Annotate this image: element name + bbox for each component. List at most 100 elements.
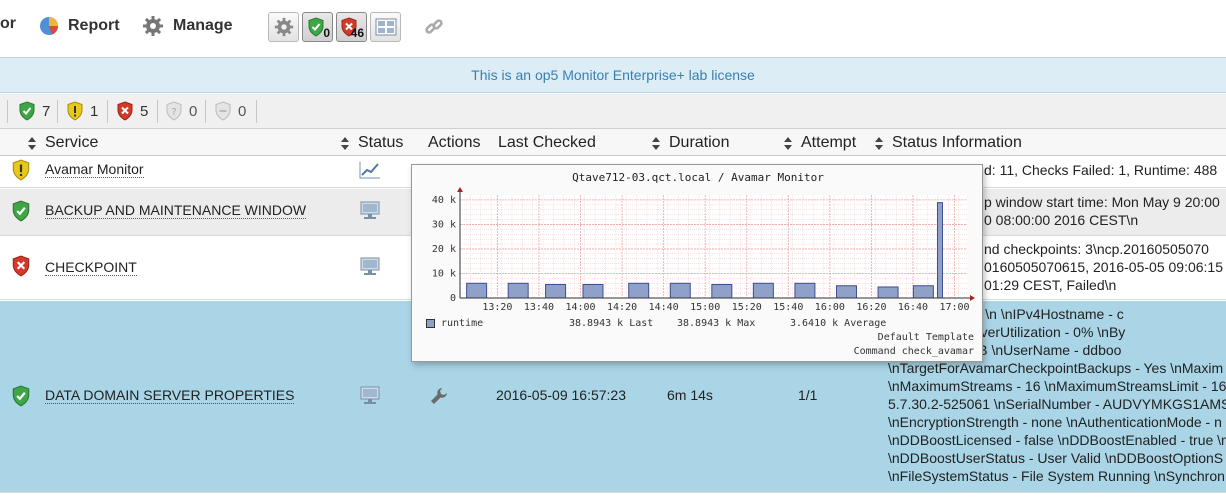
gear-icon <box>142 15 164 37</box>
x-tick-label: 15:00 <box>690 302 720 313</box>
nav-monitor-partial[interactable]: or <box>0 15 16 33</box>
x-tick-label: 14:20 <box>607 302 637 313</box>
column-status[interactable]: Status <box>341 134 403 152</box>
legend-swatch <box>426 319 435 328</box>
check-command: Command check_avamar <box>853 346 974 357</box>
y-tick-label: 30 k <box>432 219 456 230</box>
service-name-link[interactable]: CHECKPOINT <box>45 260 137 276</box>
status-information: \nDDBoostLicensed - false \nDDBoostEnabl… <box>888 432 1226 448</box>
settings-button[interactable] <box>268 12 299 42</box>
x-tick-label: 17:00 <box>939 302 969 313</box>
sort-icon <box>28 136 37 150</box>
summary-unknown-count: 0 <box>189 102 198 120</box>
services-table-header: Service Status Actions Last Checked Dura… <box>0 129 1226 156</box>
shield-ok-icon <box>12 200 30 222</box>
layout-button[interactable] <box>370 12 401 42</box>
summary-critical-count: 5 <box>140 102 149 120</box>
monitor-icon[interactable] <box>359 386 381 406</box>
status-information: 0160505070615, 2016-05-05 09:06:15 <box>984 259 1223 275</box>
x-tick-label: 13:40 <box>524 302 554 313</box>
column-status-label: Status <box>358 134 404 151</box>
ok-count: 0 <box>323 26 330 40</box>
column-service[interactable]: Service <box>28 134 98 152</box>
runtime-bar <box>669 282 691 299</box>
runtime-bar <box>545 284 567 299</box>
nav-report-label: Report <box>68 17 120 34</box>
status-summary-bar: 7 1 5 ? 0 0 <box>0 94 1226 129</box>
runtime-bar <box>507 282 529 299</box>
shield-ok-icon <box>308 17 324 37</box>
status-information: \nEncryptionStrength - none \nAuthentica… <box>888 414 1222 430</box>
top-navigation: or Report Manage 0 46 <box>0 0 1226 56</box>
column-status-information[interactable]: Status Information <box>875 134 1022 152</box>
svg-text:?: ? <box>171 107 176 118</box>
runtime-bar <box>628 282 650 299</box>
sort-icon <box>875 136 884 150</box>
status-information: 0 08:00:00 2016 CEST\n <box>984 212 1139 228</box>
status-information: 01:29 CEST, Failed\n <box>984 277 1117 293</box>
shield-ok-icon <box>12 385 30 407</box>
x-tick-label: 16:00 <box>815 302 845 313</box>
runtime-bar <box>936 202 943 299</box>
shield-warning-icon <box>67 101 83 121</box>
summary-warning-count: 1 <box>90 102 99 120</box>
summary-separator <box>57 100 58 123</box>
column-service-label: Service <box>45 134 99 151</box>
column-attempt[interactable]: Attempt <box>784 134 856 152</box>
x-tick-label: 16:20 <box>856 302 886 313</box>
summary-separator <box>157 100 158 123</box>
critical-filter-button[interactable]: 46 <box>336 12 367 42</box>
shield-warning-icon <box>12 159 30 181</box>
status-information: p window start time: Mon May 9 20:00 <box>984 194 1220 210</box>
runtime-bar <box>912 285 934 299</box>
attempt: 1/1 <box>798 387 818 403</box>
status-information: d: 11, Checks Failed: 1, Runtime: 488 <box>984 162 1218 178</box>
summary-separator <box>7 100 8 123</box>
column-actions: Actions <box>428 134 480 152</box>
summary-separator <box>205 100 206 123</box>
monitor-icon[interactable] <box>359 257 381 277</box>
x-axis-arrow <box>970 295 975 301</box>
monitor-page: or Report Manage 0 46 This is an op5 Mon… <box>0 0 1226 498</box>
column-actions-label: Actions <box>428 134 481 151</box>
wrench-icon[interactable] <box>429 386 449 406</box>
summary-separator <box>256 100 257 123</box>
legend-label: runtime <box>441 318 484 329</box>
monitor-icon[interactable] <box>359 201 381 221</box>
status-information: \nMaximumStreams - 16 \nMaximumStreamsLi… <box>888 378 1226 394</box>
template-name: Default Template <box>877 332 974 343</box>
service-name-link[interactable]: Avamar Monitor <box>45 162 144 178</box>
last-checked: 2016-05-09 16:57:23 <box>496 387 626 403</box>
y-tick-label: 40 k <box>432 195 456 206</box>
runtime-bar <box>752 282 774 299</box>
summary-pending-count: 0 <box>238 102 247 120</box>
shield-pending-icon <box>215 101 231 121</box>
nav-manage-label: Manage <box>173 17 233 34</box>
column-duration[interactable]: Duration <box>652 134 729 152</box>
runtime-bar <box>794 282 816 299</box>
license-banner: This is an op5 Monitor Enterprise+ lab l… <box>0 57 1226 93</box>
column-status-information-label: Status Information <box>892 134 1022 151</box>
summary-warning[interactable]: 1 <box>66 101 98 121</box>
chain-link-icon[interactable] <box>423 16 445 43</box>
column-last-checked[interactable]: Last Checked <box>498 134 596 152</box>
line-graph-icon[interactable] <box>359 161 381 179</box>
runtime-bar <box>466 282 488 299</box>
runtime-bar <box>582 284 604 299</box>
quick-toolbar: 0 46 <box>268 12 401 42</box>
summary-ok[interactable]: 7 <box>18 101 50 121</box>
ok-filter-button[interactable]: 0 <box>302 12 333 42</box>
sort-icon <box>652 136 661 150</box>
summary-unknown[interactable]: ? 0 <box>165 101 197 121</box>
summary-critical[interactable]: 5 <box>116 101 148 121</box>
graph-title: Qtave712-03.qct.local / Avamar Monitor <box>572 171 824 184</box>
nav-report[interactable]: Report <box>38 15 120 37</box>
service-name-link[interactable]: DATA DOMAIN SERVER PROPERTIES <box>45 388 295 404</box>
service-name-link[interactable]: BACKUP AND MAINTENANCE WINDOW <box>45 203 307 219</box>
critical-count: 46 <box>350 26 364 40</box>
report-pie-icon <box>38 15 60 37</box>
summary-pending[interactable]: 0 <box>214 101 246 121</box>
x-tick-label: 14:40 <box>649 302 679 313</box>
status-information: \nDDBoostUserStatus - User Valid \nDDBoo… <box>888 450 1224 466</box>
nav-manage[interactable]: Manage <box>142 15 233 37</box>
